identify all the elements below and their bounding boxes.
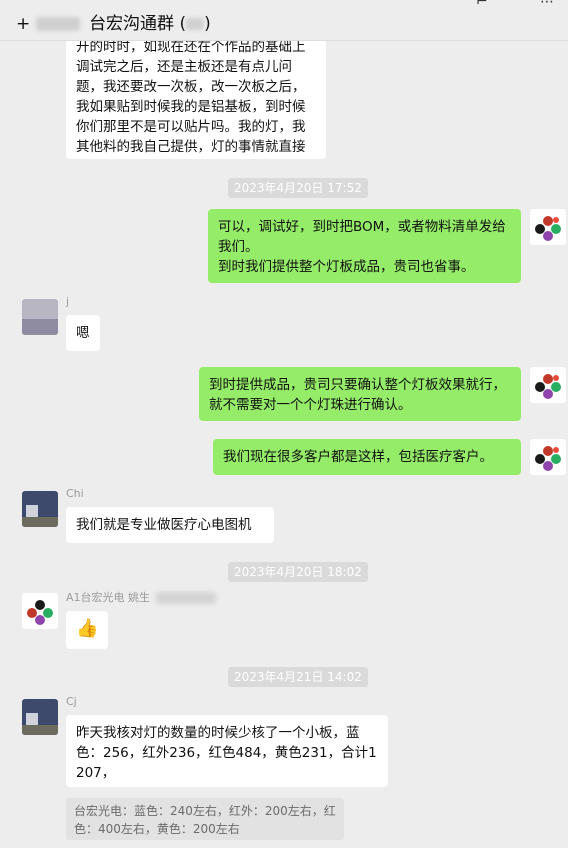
avatar-image bbox=[22, 593, 58, 629]
timestamp: 2023年4月21日 14:02 bbox=[228, 667, 368, 687]
avatar-image bbox=[530, 439, 566, 475]
timestamp: 2023年4月20日 18:02 bbox=[228, 562, 368, 582]
message-bubble-outgoing[interactable]: 我们现在很多客户都是这样，包括医疗客户。 bbox=[213, 439, 521, 475]
title-prefix: + bbox=[16, 14, 31, 34]
avatar-image bbox=[22, 299, 58, 335]
chat-title[interactable]: + 台宏沟通群 () bbox=[16, 9, 211, 34]
message-bubble-outgoing[interactable]: 到时提供成品，贵司只要确认整个灯板效果就行，就不需要对一个个灯珠进行确认。 bbox=[199, 367, 521, 421]
contact-avatar[interactable] bbox=[22, 593, 58, 629]
sender-name: Cj bbox=[66, 695, 77, 708]
more-icon[interactable]: ⋯ bbox=[540, 0, 554, 10]
sender-name: Chi bbox=[66, 487, 84, 500]
contact-avatar[interactable] bbox=[22, 699, 58, 735]
contact-avatar[interactable] bbox=[22, 491, 58, 527]
sender-name: A1台宏光电 姚生 bbox=[66, 589, 217, 605]
group-name: 台宏沟通群 bbox=[89, 14, 175, 34]
blurred-name bbox=[35, 17, 80, 31]
timestamp: 2023年4月20日 17:52 bbox=[228, 178, 368, 198]
self-avatar[interactable] bbox=[530, 367, 566, 403]
message-bubble-incoming[interactable]: 👍 bbox=[66, 611, 108, 649]
self-avatar[interactable] bbox=[530, 439, 566, 475]
avatar-image bbox=[530, 209, 566, 245]
sender-name: j bbox=[66, 295, 70, 308]
title-bar: + 台宏沟通群 () ⌐ ⋯ bbox=[0, 0, 568, 41]
message-bubble-incoming[interactable]: 昨天我核对灯的数量的时候少核了一个小板，蓝色：256，红外236，红色484，黄… bbox=[66, 715, 388, 787]
contact-avatar[interactable] bbox=[22, 299, 58, 335]
message-bubble-incoming[interactable]: 开的时时，如现在还在个作品的基础上调试完之后，还是主板还是有点儿问题，我还要改一… bbox=[66, 41, 326, 159]
quoted-message[interactable]: 台宏光电：蓝色：240左右，红外：200左右，红色：400左右，黄色：200左右 bbox=[66, 798, 344, 840]
avatar-image bbox=[530, 367, 566, 403]
message-bubble-outgoing[interactable]: 可以，调试好，到时把BOM，或者物料清单发给我们。 到时我们提供整个灯板成品，贵… bbox=[208, 209, 521, 283]
self-avatar[interactable] bbox=[530, 209, 566, 245]
message-bubble-incoming[interactable]: 我们就是专业做医疗心电图机 bbox=[66, 507, 274, 543]
message-bubble-incoming[interactable]: 嗯 bbox=[66, 315, 100, 351]
chat-area[interactable]: 开的时时，如现在还在个作品的基础上调试完之后，还是主板还是有点儿问题，我还要改一… bbox=[0, 41, 568, 848]
avatar-image bbox=[22, 491, 58, 527]
pin-icon[interactable]: ⌐ bbox=[476, 0, 488, 10]
member-count: () bbox=[179, 14, 211, 34]
avatar-image bbox=[22, 699, 58, 735]
